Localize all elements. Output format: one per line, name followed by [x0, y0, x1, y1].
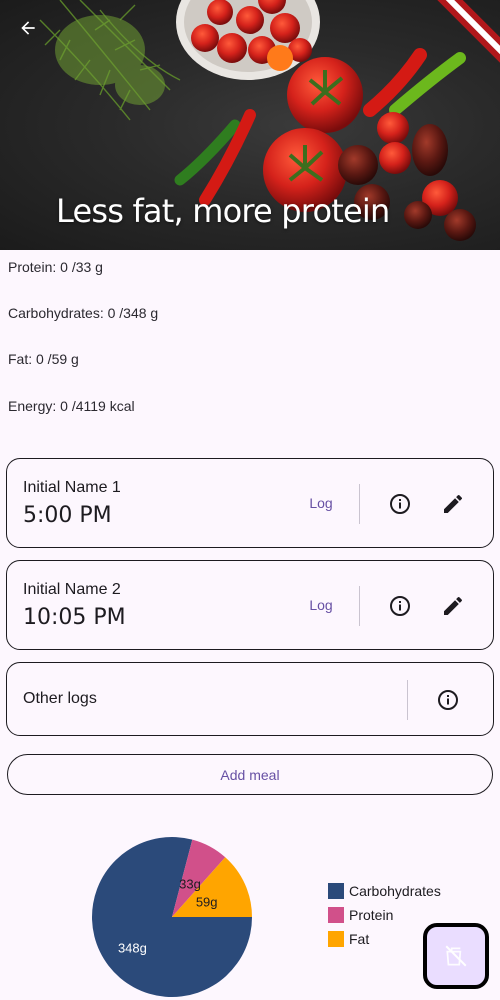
- add-meal-button[interactable]: Add meal: [7, 754, 493, 795]
- nutrient-protein: Protein: 0 /33 g: [8, 259, 103, 275]
- log-button[interactable]: Log: [297, 589, 345, 621]
- info-button[interactable]: [380, 586, 420, 626]
- no-food-icon: [445, 945, 467, 967]
- back-button[interactable]: [10, 10, 46, 46]
- other-logs-label: Other logs: [23, 690, 97, 707]
- fab-button[interactable]: [423, 923, 489, 989]
- legend-label: Protein: [349, 907, 394, 923]
- arrow-back-icon: [21, 21, 35, 35]
- info-button[interactable]: [428, 680, 468, 720]
- nutrient-carbohydrates: Carbohydrates: 0 /348 g: [8, 305, 159, 321]
- legend-item-carbohydrates: Carbohydrates: [328, 882, 441, 900]
- card-divider: [359, 586, 360, 626]
- legend-label: Fat: [349, 931, 370, 947]
- legend-swatch: [328, 931, 344, 947]
- meal-time: 5:00 PM: [23, 503, 112, 528]
- meal-card[interactable]: Initial Name 2 10:05 PM Log: [6, 560, 494, 650]
- info-icon: [438, 690, 458, 710]
- card-divider: [359, 484, 360, 524]
- meal-name: Initial Name 1: [23, 479, 121, 496]
- card-divider: [407, 680, 408, 720]
- pie-label-protein: 33g: [179, 877, 201, 892]
- meal-time: 10:05 PM: [23, 605, 126, 630]
- meal-name: Initial Name 2: [23, 581, 121, 598]
- log-button[interactable]: Log: [297, 487, 345, 519]
- nutrient-fat: Fat: 0 /59 g: [8, 351, 79, 367]
- legend-swatch: [328, 883, 344, 899]
- legend-item-protein: Protein: [328, 906, 393, 924]
- nutrient-energy: Energy: 0 /4119 kcal: [8, 398, 135, 414]
- pie-label-fat: 59g: [196, 894, 218, 909]
- other-logs-card[interactable]: Other logs: [6, 662, 494, 736]
- edit-button[interactable]: [433, 484, 473, 524]
- legend-swatch: [328, 907, 344, 923]
- info-icon: [390, 494, 410, 514]
- edit-icon: [444, 596, 462, 615]
- macro-pie-chart: 348g 33g 59g: [92, 837, 253, 997]
- meal-card[interactable]: Initial Name 1 5:00 PM Log: [6, 458, 494, 548]
- legend-label: Carbohydrates: [349, 883, 441, 899]
- page-title: Less fat, more protein: [56, 192, 390, 230]
- edit-button[interactable]: [433, 586, 473, 626]
- info-button[interactable]: [380, 484, 420, 524]
- edit-icon: [444, 494, 462, 513]
- info-icon: [390, 596, 410, 616]
- header-image: Less fat, more protein: [0, 0, 500, 250]
- legend-item-fat: Fat: [328, 930, 369, 948]
- pie-label-carbohydrates: 348g: [118, 941, 147, 956]
